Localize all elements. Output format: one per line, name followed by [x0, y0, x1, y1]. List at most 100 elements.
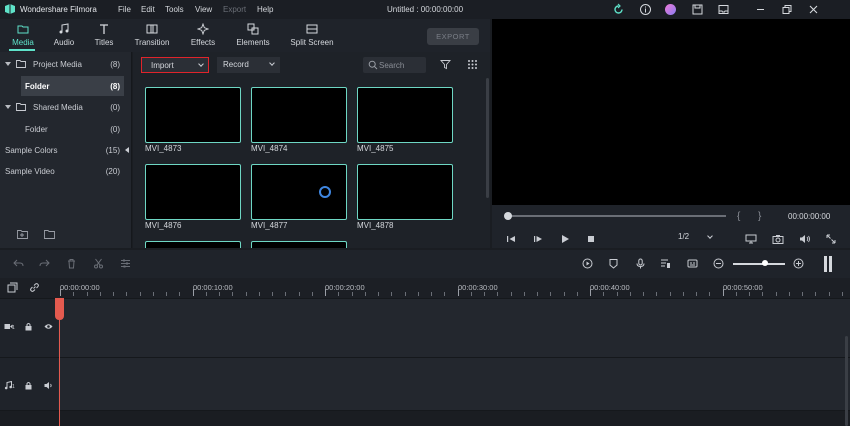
menu-tools[interactable]: Tools	[165, 5, 184, 14]
record-dropdown[interactable]: Record	[217, 57, 280, 73]
close-icon[interactable]	[807, 3, 820, 16]
add-folder-icon[interactable]	[17, 229, 28, 239]
import-dropdown[interactable]: Import	[141, 57, 209, 73]
media-clip-thumbnail[interactable]	[251, 241, 347, 248]
subtitle-icon[interactable]	[687, 258, 698, 269]
minimize-icon[interactable]	[754, 3, 767, 16]
zoom-out-icon[interactable]	[713, 258, 724, 269]
caret-down-icon[interactable]	[5, 62, 11, 66]
ruler-tick	[378, 292, 379, 296]
menu-file[interactable]: File	[118, 5, 131, 14]
render-preview-icon[interactable]	[582, 258, 593, 269]
playback-quality-dropdown[interactable]: 1/2	[678, 232, 718, 244]
sidebar-item-shared-media[interactable]: Shared Media (0)	[0, 97, 124, 117]
mark-out-icon[interactable]: }	[758, 211, 761, 222]
info-icon[interactable]	[639, 3, 652, 16]
restore-icon[interactable]	[780, 3, 793, 16]
account-avatar-icon[interactable]	[664, 3, 677, 16]
step-back-icon[interactable]	[506, 234, 516, 244]
sidebar-item-sample-video[interactable]: Sample Video (20)	[0, 161, 124, 181]
zoom-slider[interactable]	[733, 263, 785, 265]
adjust-icon[interactable]	[120, 258, 131, 269]
media-clip-thumbnail[interactable]	[145, 87, 241, 143]
lock-icon[interactable]	[24, 381, 33, 390]
sidebar-item-project-media[interactable]: Project Media (8)	[0, 54, 124, 74]
preview-scrub-handle[interactable]	[504, 212, 512, 220]
ruler-tick	[471, 292, 472, 296]
link-icon[interactable]	[29, 282, 40, 293]
audio-track[interactable]	[58, 358, 850, 410]
cut-icon[interactable]	[93, 258, 104, 269]
media-clip-thumbnail[interactable]	[357, 164, 453, 220]
tab-audio[interactable]: Audio	[50, 22, 78, 50]
delete-icon[interactable]	[66, 258, 77, 269]
folder-outline-icon[interactable]	[44, 229, 55, 239]
zoom-in-icon[interactable]	[793, 258, 804, 269]
media-scrollbar[interactable]	[486, 78, 489, 198]
sidebar-item-label: Folder	[25, 125, 48, 134]
ruler-tick	[656, 292, 657, 296]
video-track[interactable]	[58, 299, 850, 357]
ruler-tick	[617, 292, 618, 296]
time-ruler[interactable]: 00:00:00:00 00:00:10:00 00:00:20:00 00:0…	[0, 278, 850, 298]
volume-icon[interactable]	[799, 234, 811, 244]
media-clip-thumbnail[interactable]	[145, 241, 241, 248]
timeline-scrollbar[interactable]	[845, 336, 848, 426]
microphone-icon[interactable]	[635, 258, 646, 269]
collapse-sidebar-icon[interactable]	[125, 147, 129, 153]
sidebar-item-folder[interactable]: Folder (8)	[21, 76, 124, 96]
tab-split-screen[interactable]: Split Screen	[289, 22, 335, 50]
lock-icon[interactable]	[24, 322, 33, 331]
tab-transition[interactable]: Transition	[132, 22, 172, 50]
redo-icon[interactable]	[39, 258, 50, 269]
tab-titles[interactable]: Titles	[91, 22, 117, 50]
add-track-icon[interactable]	[7, 282, 18, 293]
sidebar-item-label: Shared Media	[33, 103, 83, 112]
chevron-down-icon	[269, 60, 275, 66]
tab-media[interactable]: Media	[9, 22, 37, 50]
media-clip-thumbnail[interactable]	[251, 87, 347, 143]
play-icon[interactable]	[560, 234, 570, 244]
playhead-handle[interactable]	[55, 298, 64, 320]
caret-down-icon[interactable]	[5, 105, 11, 109]
sidebar-item-sample-colors[interactable]: Sample Colors (15)	[0, 140, 124, 160]
menu-edit[interactable]: Edit	[141, 5, 155, 14]
stop-icon[interactable]	[586, 234, 596, 244]
tab-effects[interactable]: Effects	[189, 22, 217, 50]
grid-view-icon[interactable]	[467, 59, 478, 70]
undo-icon[interactable]	[13, 258, 24, 269]
display-settings-icon[interactable]	[745, 234, 757, 244]
mark-in-icon[interactable]: {	[737, 211, 740, 222]
filter-icon[interactable]	[440, 59, 451, 70]
chevron-down-icon	[707, 233, 713, 239]
pause-bar-right[interactable]	[829, 256, 832, 272]
pause-bar-left[interactable]	[824, 256, 827, 272]
preview-scrub-bar[interactable]	[508, 215, 726, 217]
speaker-icon[interactable]	[44, 381, 53, 390]
media-search[interactable]	[363, 57, 426, 73]
zoom-slider-handle[interactable]	[762, 260, 768, 266]
menu-view[interactable]: View	[195, 5, 212, 14]
import-label: Import	[151, 61, 174, 70]
media-clip-thumbnail[interactable]	[357, 87, 453, 143]
save-icon[interactable]	[691, 3, 704, 16]
fullscreen-icon[interactable]	[826, 234, 836, 244]
export-button[interactable]: EXPORT	[427, 28, 479, 45]
menu-help[interactable]: Help	[257, 5, 273, 14]
step-forward-icon[interactable]	[533, 234, 543, 244]
snapshot-camera-icon[interactable]	[772, 234, 784, 244]
media-clip-name: MVI_4878	[357, 221, 394, 230]
media-clip-thumbnail[interactable]	[251, 164, 347, 220]
eye-icon[interactable]	[44, 322, 53, 331]
marker-icon[interactable]	[608, 258, 619, 269]
media-clip-thumbnail[interactable]	[145, 164, 241, 220]
notification-icon[interactable]	[717, 3, 730, 16]
ruler-tick	[153, 292, 154, 296]
ruler-tick	[736, 292, 737, 296]
voiceover-list-icon[interactable]	[660, 258, 671, 269]
sidebar-item-count: (0)	[110, 125, 120, 134]
search-input[interactable]	[379, 59, 423, 71]
sidebar-item-shared-folder[interactable]: Folder (0)	[0, 119, 124, 139]
sync-icon[interactable]	[612, 3, 625, 16]
tab-elements[interactable]: Elements	[234, 22, 272, 50]
